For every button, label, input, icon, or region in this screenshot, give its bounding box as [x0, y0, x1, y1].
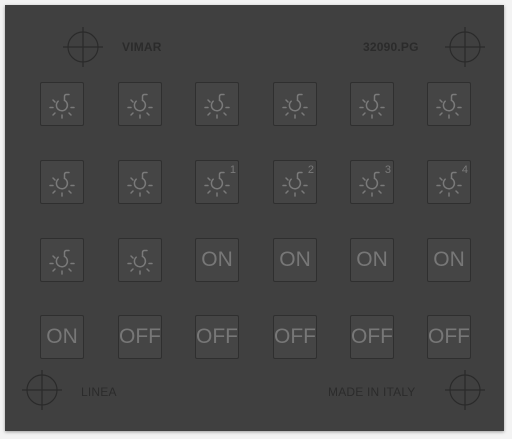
origin-label: MADE IN ITALY [328, 385, 416, 399]
lamp-icon [434, 89, 464, 119]
crosshair-icon [22, 370, 62, 410]
key-lamp-button[interactable] [40, 82, 84, 126]
brand-label: VIMAR [122, 40, 162, 54]
lamp-icon [47, 89, 77, 119]
key-on-button[interactable]: ON [427, 238, 471, 282]
key-on-button[interactable]: ON [40, 315, 84, 359]
lamp-icon [125, 245, 155, 275]
lamp-icon [125, 89, 155, 119]
button-label-plate: VIMAR 32090.PG LINEA MADE IN ITALY 1 2 3… [5, 5, 504, 431]
key-label: ON [201, 248, 233, 271]
key-off-button[interactable]: OFF [350, 315, 394, 359]
crosshair-icon [63, 27, 103, 67]
key-lamp-button[interactable]: 3 [350, 160, 394, 204]
lamp-icon [357, 89, 387, 119]
key-label: ON [279, 248, 311, 271]
key-lamp-button[interactable] [118, 160, 162, 204]
key-label: OFF [274, 325, 316, 348]
lamp-icon [47, 167, 77, 197]
key-on-button[interactable]: ON [195, 238, 239, 282]
lamp-icon: 4 [434, 164, 468, 197]
key-lamp-button[interactable]: 4 [427, 160, 471, 204]
key-number: 2 [307, 164, 314, 176]
key-number: 3 [384, 164, 391, 176]
lamp-icon: 1 [202, 164, 236, 197]
key-on-button[interactable]: ON [350, 238, 394, 282]
key-label: OFF [351, 325, 393, 348]
lamp-icon [47, 245, 77, 275]
key-lamp-button[interactable] [427, 82, 471, 126]
key-label: ON [46, 325, 78, 348]
lamp-icon: 2 [280, 164, 314, 197]
crosshair-icon [445, 27, 485, 67]
key-label: OFF [119, 325, 161, 348]
key-lamp-button[interactable] [273, 82, 317, 126]
lamp-icon: 3 [357, 164, 391, 197]
key-lamp-button[interactable]: 1 [195, 160, 239, 204]
model-code-label: 32090.PG [363, 40, 419, 54]
key-lamp-button[interactable] [350, 82, 394, 126]
key-off-button[interactable]: OFF [118, 315, 162, 359]
key-lamp-button[interactable]: 2 [273, 160, 317, 204]
key-lamp-button[interactable] [40, 238, 84, 282]
key-off-button[interactable]: OFF [195, 315, 239, 359]
series-label: LINEA [81, 385, 117, 399]
key-lamp-button[interactable] [118, 82, 162, 126]
key-number: 1 [229, 164, 236, 176]
key-number: 4 [461, 164, 468, 176]
lamp-icon [280, 89, 310, 119]
key-off-button[interactable]: OFF [273, 315, 317, 359]
lamp-icon [202, 89, 232, 119]
key-label: ON [356, 248, 388, 271]
key-lamp-button[interactable] [40, 160, 84, 204]
key-label: ON [433, 248, 465, 271]
crosshair-icon [445, 370, 485, 410]
key-label: OFF [196, 325, 238, 348]
key-label: OFF [428, 325, 470, 348]
key-lamp-button[interactable] [118, 238, 162, 282]
key-on-button[interactable]: ON [273, 238, 317, 282]
key-lamp-button[interactable] [195, 82, 239, 126]
lamp-icon [125, 167, 155, 197]
key-off-button[interactable]: OFF [427, 315, 471, 359]
